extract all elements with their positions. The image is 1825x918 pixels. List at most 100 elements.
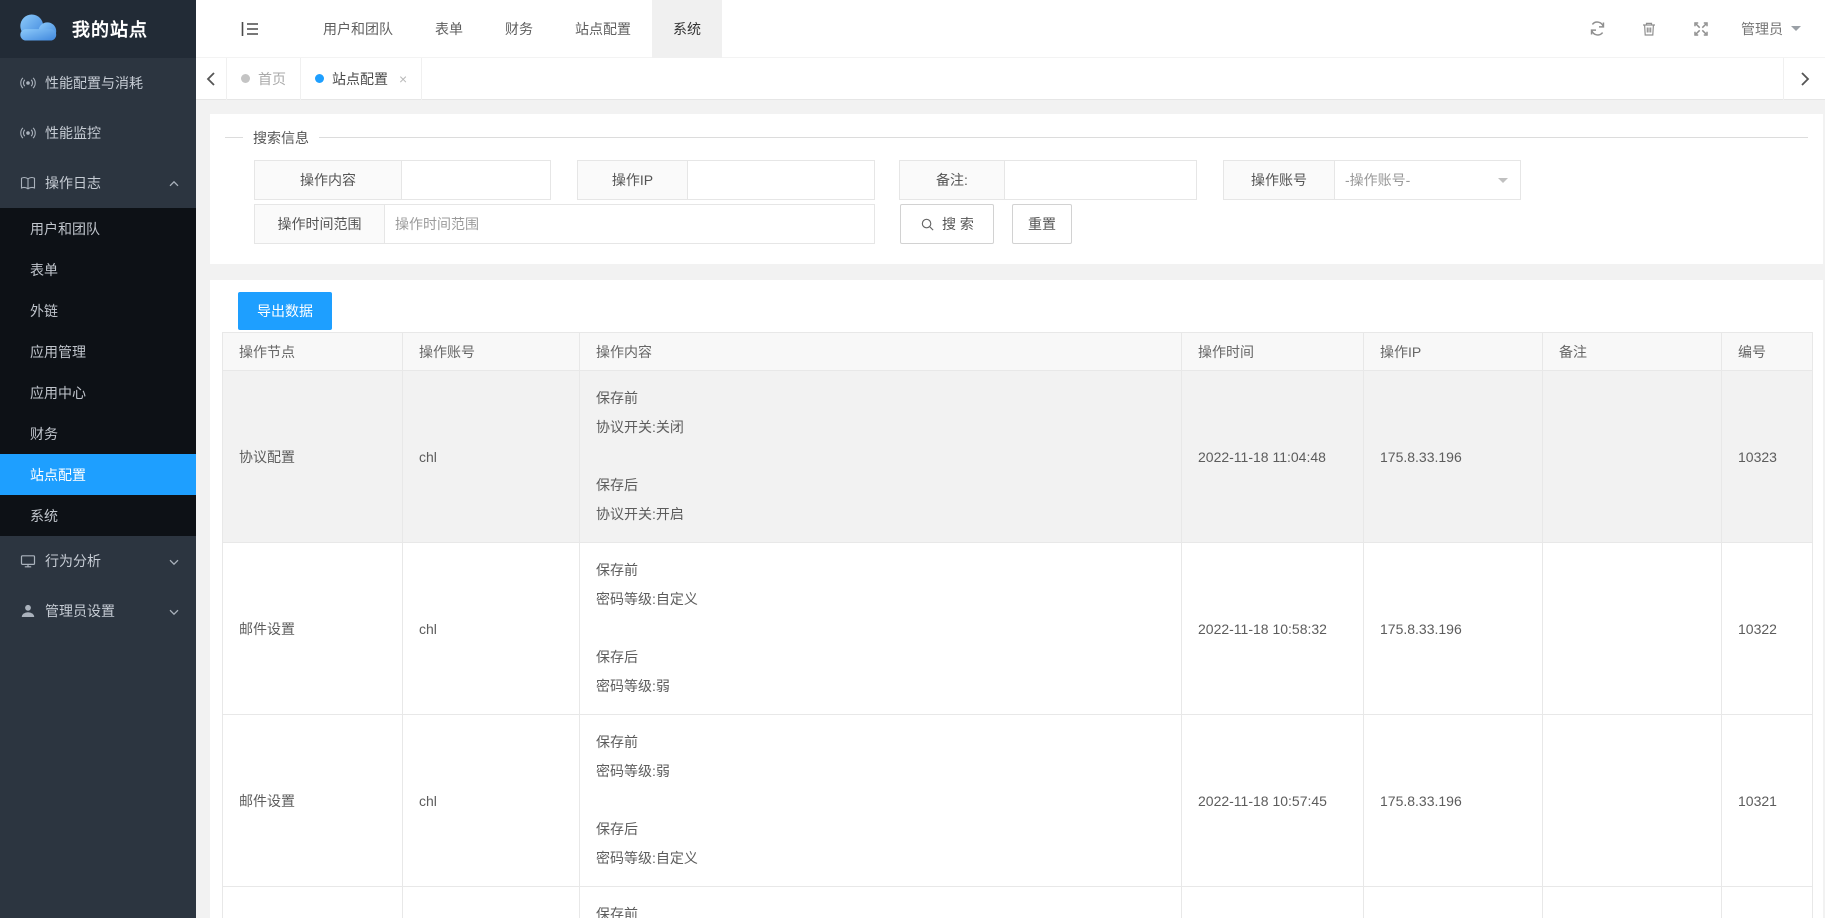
content-line: 保存前 bbox=[596, 728, 1165, 757]
tabs-scroll-right-icon[interactable] bbox=[1783, 58, 1825, 100]
account-select[interactable]: -操作账号- bbox=[1335, 161, 1520, 199]
content-line: 保存前 bbox=[596, 900, 1165, 918]
refresh-icon[interactable] bbox=[1571, 0, 1623, 58]
reset-button[interactable]: 重置 bbox=[1012, 204, 1072, 244]
chevron-down-icon bbox=[1791, 26, 1801, 36]
user-icon bbox=[20, 603, 36, 619]
column-header: 操作内容 bbox=[580, 333, 1182, 371]
table-row[interactable]: 协议配置chl保存前协议开关:关闭 保存后协议开关:开启2022-11-18 1… bbox=[223, 371, 1813, 543]
sidebar-subitem[interactable]: 财务 bbox=[0, 413, 196, 454]
trash-icon[interactable] bbox=[1623, 0, 1675, 58]
sidebar-subitem[interactable]: 用户和团队 bbox=[0, 208, 196, 249]
topnav-tab-3[interactable]: 财务 bbox=[484, 0, 554, 58]
table-header-row: 操作节点操作账号操作内容操作时间操作IP备注编号 bbox=[223, 333, 1813, 371]
cell-content: 保存前协议开关:关闭 保存后协议开关:开启 bbox=[580, 371, 1182, 543]
topnav: 用户和团队表单财务站点配置系统 管理员 bbox=[196, 0, 1825, 58]
content-line: 保存前 bbox=[596, 556, 1165, 585]
sidebar-item-label: 管理员设置 bbox=[45, 601, 115, 621]
field-remark: 备注: bbox=[899, 160, 1197, 200]
monitor-icon bbox=[20, 553, 36, 569]
logo: 我的站点 bbox=[0, 0, 196, 58]
cell-id: 10322 bbox=[1722, 543, 1813, 715]
cell-time: 2022-11-18 11:04:48 bbox=[1182, 371, 1364, 543]
cell-remark bbox=[1543, 715, 1722, 887]
sidebar-item-2[interactable]: 性能监控 bbox=[0, 108, 196, 158]
topnav-tab-4[interactable]: 站点配置 bbox=[554, 0, 652, 58]
sidebar-subitem[interactable]: 站点配置 bbox=[0, 454, 196, 495]
tab-status-dot bbox=[241, 74, 250, 83]
cell-ip: 175.8.33.196 bbox=[1364, 543, 1543, 715]
sidebar-subitem[interactable]: 外链 bbox=[0, 290, 196, 331]
sidebar-subitem[interactable]: 应用中心 bbox=[0, 372, 196, 413]
user-name: 管理员 bbox=[1741, 19, 1783, 39]
topnav-tab-1[interactable]: 用户和团队 bbox=[302, 0, 414, 58]
sidebar-menu: 性能配置与消耗性能监控操作日志用户和团队表单外链应用管理应用中心财务站点配置系统… bbox=[0, 58, 196, 636]
breadcrumb-tab[interactable]: 站点配置× bbox=[301, 58, 422, 100]
topnav-tab-2[interactable]: 表单 bbox=[414, 0, 484, 58]
log-table-panel: 导出数据 操作节点操作账号操作内容操作时间操作IP备注编号 协议配置chl保存前… bbox=[210, 280, 1823, 918]
site-name: 我的站点 bbox=[72, 16, 148, 42]
content-line: 密码等级:弱 bbox=[596, 672, 1165, 701]
cell-node: 邮件设置 bbox=[223, 543, 403, 715]
ip-input[interactable] bbox=[688, 161, 874, 199]
tabs-scroll-left-icon[interactable] bbox=[196, 58, 226, 100]
table-row[interactable]: 邮件设置chl保存前密码等级:自定义2022-11-17 18:21:43175… bbox=[223, 887, 1813, 918]
column-header: 操作时间 bbox=[1182, 333, 1364, 371]
account-select-value: -操作账号- bbox=[1345, 170, 1410, 190]
sidebar-subitem[interactable]: 应用管理 bbox=[0, 331, 196, 372]
content-input[interactable] bbox=[402, 161, 550, 199]
content-line: 保存前 bbox=[596, 384, 1165, 413]
cell-remark bbox=[1543, 371, 1722, 543]
column-header: 编号 bbox=[1722, 333, 1813, 371]
content-line: 密码等级:弱 bbox=[596, 757, 1165, 786]
remark-input[interactable] bbox=[1005, 161, 1196, 199]
column-header: 操作IP bbox=[1364, 333, 1543, 371]
content-line: 协议开关:关闭 bbox=[596, 413, 1165, 442]
sidebar-item-5[interactable]: 管理员设置 bbox=[0, 586, 196, 636]
sidebar-submenu: 用户和团队表单外链应用管理应用中心财务站点配置系统 bbox=[0, 208, 196, 536]
fullscreen-icon[interactable] bbox=[1675, 0, 1727, 58]
field-account-label: 操作账号 bbox=[1224, 161, 1335, 199]
field-time-range-label: 操作时间范围 bbox=[255, 205, 385, 243]
content-line: 保存后 bbox=[596, 643, 1165, 672]
cell-ip: 175.8.33.196 bbox=[1364, 715, 1543, 887]
sidebar-item-3[interactable]: 操作日志 bbox=[0, 158, 196, 208]
sidebar-subitem[interactable]: 系统 bbox=[0, 495, 196, 536]
content-line bbox=[596, 786, 1165, 815]
sidebar-item-4[interactable]: 行为分析 bbox=[0, 536, 196, 586]
tab-label: 首页 bbox=[258, 69, 286, 89]
topnav-tabs: 用户和团队表单财务站点配置系统 bbox=[302, 0, 722, 58]
cell-ip: 175.8.33.196 bbox=[1364, 887, 1543, 918]
breadcrumb-tabs-bar: 首页站点配置× bbox=[196, 58, 1825, 100]
signal-icon bbox=[20, 75, 36, 91]
user-menu[interactable]: 管理员 bbox=[1727, 19, 1809, 39]
table-row[interactable]: 邮件设置chl保存前密码等级:弱 保存后密码等级:自定义2022-11-18 1… bbox=[223, 715, 1813, 887]
breadcrumb-tab[interactable]: 首页 bbox=[226, 58, 301, 100]
collapse-menu-icon[interactable] bbox=[240, 21, 260, 37]
column-header: 操作账号 bbox=[403, 333, 580, 371]
table-row[interactable]: 邮件设置chl保存前密码等级:自定义 保存后密码等级:弱2022-11-18 1… bbox=[223, 543, 1813, 715]
topnav-tab-5[interactable]: 系统 bbox=[652, 0, 722, 58]
breadcrumb-tabs: 首页站点配置× bbox=[226, 58, 422, 100]
cell-id: 10321 bbox=[1722, 715, 1813, 887]
time-range-input[interactable] bbox=[385, 205, 874, 243]
sidebar-item-label: 行为分析 bbox=[45, 551, 101, 571]
cell-node: 邮件设置 bbox=[223, 715, 403, 887]
sidebar: 我的站点 性能配置与消耗性能监控操作日志用户和团队表单外链应用管理应用中心财务站… bbox=[0, 0, 196, 918]
sidebar-item-label: 性能配置与消耗 bbox=[45, 73, 143, 93]
cell-id: 10323 bbox=[1722, 371, 1813, 543]
close-icon[interactable]: × bbox=[399, 71, 407, 87]
export-data-button[interactable]: 导出数据 bbox=[238, 292, 332, 330]
sidebar-item-label: 性能监控 bbox=[45, 123, 101, 143]
search-button[interactable]: 搜 索 bbox=[900, 204, 994, 244]
cell-node: 邮件设置 bbox=[223, 887, 403, 918]
topnav-right: 管理员 bbox=[1571, 0, 1825, 58]
sidebar-item-1[interactable]: 性能配置与消耗 bbox=[0, 58, 196, 108]
cell-content: 保存前密码等级:自定义 保存后密码等级:弱 bbox=[580, 543, 1182, 715]
search-button-label: 搜 索 bbox=[942, 214, 974, 234]
sidebar-subitem[interactable]: 表单 bbox=[0, 249, 196, 290]
operation-log-table: 操作节点操作账号操作内容操作时间操作IP备注编号 协议配置chl保存前协议开关:… bbox=[222, 332, 1813, 918]
reset-button-label: 重置 bbox=[1028, 214, 1056, 234]
chevron-up-icon bbox=[168, 177, 180, 193]
field-content: 操作内容 bbox=[254, 160, 551, 200]
